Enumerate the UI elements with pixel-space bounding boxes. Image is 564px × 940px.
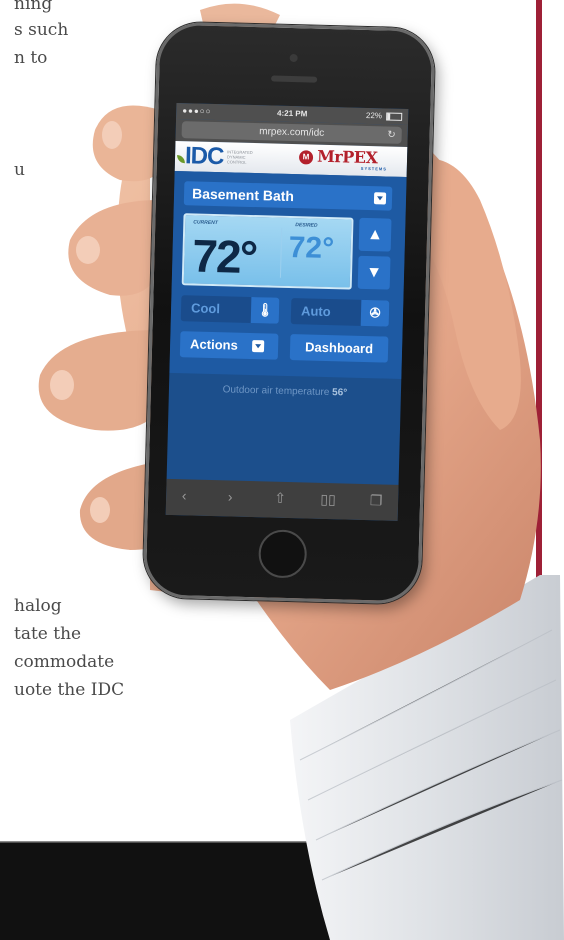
browser-toolbar: ‹ › ⇧ ▯▯ ❐ [165, 478, 399, 521]
mrpex-mark-icon: M [298, 150, 314, 165]
reload-icon[interactable]: ↻ [387, 127, 396, 144]
phone: ●●●○○ 4:21 PM 22% mrpex.com/idc ↻ IDC IN… [142, 21, 436, 605]
thermostat-panel: Basement Bath CURRENT DESIRED 72° 72° ▲ … [169, 170, 407, 379]
forward-icon[interactable]: › [220, 488, 240, 505]
earpiece-speaker [271, 75, 318, 83]
outdoor-label: Outdoor air temperature [222, 384, 330, 399]
dashboard-label: Dashboard [304, 339, 374, 357]
bookmarks-icon[interactable]: ▯▯ [318, 491, 338, 509]
temp-divider [279, 227, 283, 278]
battery-status: 22% [366, 108, 403, 125]
temperature-display: CURRENT DESIRED 72° 72° [181, 213, 354, 290]
temp-up-button[interactable]: ▲ [358, 217, 392, 252]
current-temp-label: CURRENT [193, 219, 218, 227]
thermometer-icon: 🌡 [250, 297, 280, 324]
mrpex-systems-label: SYSTEMS [360, 165, 387, 172]
address-bar[interactable]: mrpex.com/idc ↻ [181, 121, 402, 144]
back-icon[interactable]: ‹ [174, 487, 194, 504]
share-icon[interactable]: ⇧ [270, 490, 290, 508]
battery-icon [386, 112, 403, 121]
desired-temp-value: 72° [288, 230, 335, 266]
outdoor-temperature: Outdoor air temperature 56° [169, 383, 401, 400]
leaf-icon [176, 155, 186, 164]
chevron-down-icon [373, 192, 387, 205]
actions-button[interactable]: Actions [179, 331, 279, 360]
arrow-down-icon: ▼ [365, 264, 383, 282]
temp-down-button[interactable]: ▼ [357, 255, 391, 290]
current-temp-value: 72° [191, 229, 257, 284]
home-button[interactable] [258, 529, 308, 579]
tabs-icon[interactable]: ❐ [366, 492, 386, 510]
fan-icon: ✇ [360, 299, 390, 327]
arrow-up-icon: ▲ [366, 226, 384, 244]
zone-select-value: Basement Bath [191, 185, 295, 205]
outdoor-value: 56° [331, 387, 348, 399]
auto-fan-label: Auto [300, 303, 331, 320]
mrpex-logo: MrPEX [316, 146, 378, 168]
page: ning s such n to u halog tate the commod… [0, 0, 564, 940]
actions-chevron-icon [251, 340, 265, 353]
address-url: mrpex.com/idc [259, 126, 325, 139]
phone-screen: ●●●○○ 4:21 PM 22% mrpex.com/idc ↻ IDC IN… [165, 102, 409, 521]
battery-percent: 22% [365, 110, 383, 121]
cool-mode-label: Cool [190, 300, 221, 317]
idc-tagline: INTEGRATED DYNAMIC CONTROL [226, 149, 253, 165]
actions-label: Actions [189, 336, 239, 353]
cool-mode-button[interactable]: Cool 🌡 [180, 295, 280, 324]
auto-fan-button[interactable]: Auto ✇ [290, 298, 390, 327]
zone-select[interactable]: Basement Bath [183, 181, 393, 211]
idc-logo: IDC [184, 142, 224, 171]
dashboard-button[interactable]: Dashboard [289, 334, 389, 363]
front-camera [289, 53, 298, 63]
